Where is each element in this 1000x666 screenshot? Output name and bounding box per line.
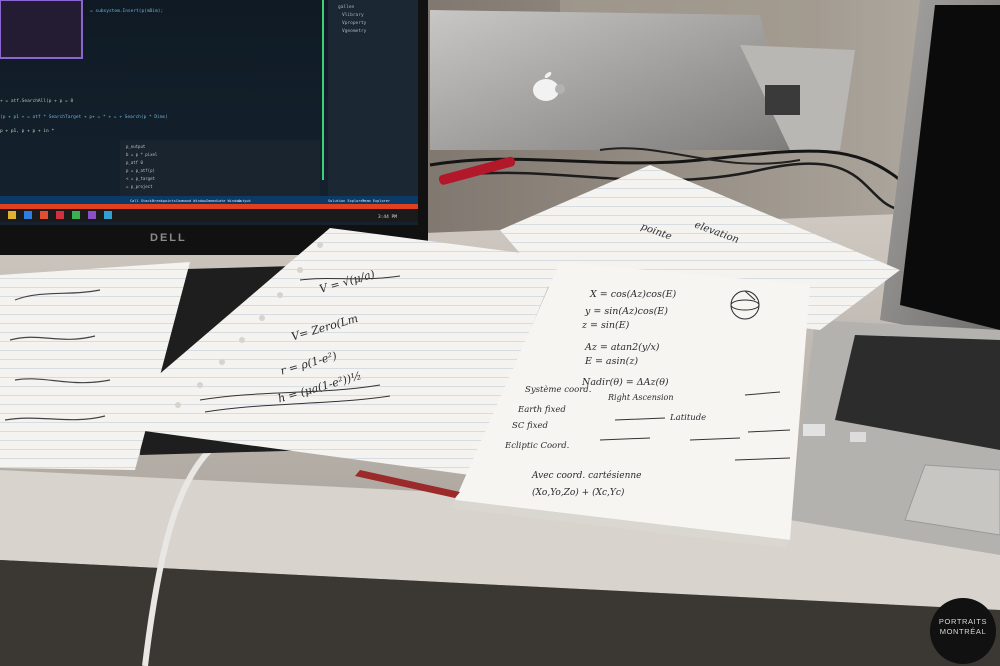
status-tab[interactable]: Call Stack bbox=[130, 199, 152, 203]
status-tab[interactable]: Output bbox=[238, 199, 251, 203]
macbook-lid bbox=[430, 10, 790, 150]
handwritten-formula: z = sin(E) bbox=[581, 320, 630, 331]
status-tab[interactable]: Command Window bbox=[176, 199, 207, 203]
tree-item[interactable]: Vlibrary bbox=[342, 12, 364, 18]
handwritten-note: Latitude bbox=[669, 413, 706, 423]
output-line: = p_project bbox=[126, 184, 153, 189]
status-tab[interactable]: Solution Explorer bbox=[328, 199, 366, 203]
handwritten-note: Earth fixed bbox=[517, 405, 566, 415]
taskbar-app-icon[interactable] bbox=[8, 211, 16, 219]
watermark-line: PORTRAITS bbox=[938, 617, 988, 626]
tree-item[interactable]: Vproperty bbox=[342, 20, 367, 26]
taskbar-app-icon[interactable] bbox=[56, 211, 64, 219]
output-line: < = p_target bbox=[126, 176, 155, 181]
code-line: + = atf.SearchAll(p + p = 0 bbox=[0, 98, 73, 104]
status-tab[interactable]: Breakpoints bbox=[152, 199, 176, 203]
code-line: (p + p1 + = atf * SearchTarget + p+ = * … bbox=[0, 114, 168, 120]
handwritten-note: Système coord. bbox=[525, 384, 591, 395]
portraits-montreal-watermark: PORTRAITS MONTRÉAL bbox=[930, 598, 996, 664]
macbook-keyboard-strip bbox=[765, 85, 800, 115]
output-line: p_output bbox=[126, 144, 146, 149]
handwritten-formula: y = sin(Az)cos(E) bbox=[584, 306, 668, 317]
monitor-brand-logo: DELL bbox=[150, 232, 187, 244]
handwritten-note: (Xo,Yo,Zo) + (Xc,Yc) bbox=[532, 487, 625, 498]
tree-item[interactable]: Vgeometry bbox=[342, 28, 367, 34]
handwritten-formula: X = cos(Az)cos(E) bbox=[589, 289, 677, 300]
photo-scene: = subsystem.Insert(p(mDim); + = atf.Sear… bbox=[0, 0, 1000, 666]
code-line: = subsystem.Insert(p(mDim); bbox=[90, 8, 163, 14]
editor-purple-panel bbox=[0, 0, 83, 59]
taskbar-app-icon[interactable] bbox=[40, 211, 48, 219]
code-line: p + p1, p + p + in * bbox=[0, 128, 54, 134]
tree-item[interactable]: gallen bbox=[338, 4, 355, 10]
handwritten-formula: Az = atan2(y/x) bbox=[584, 342, 660, 353]
taskbar-app-icon[interactable] bbox=[104, 211, 112, 219]
taskbar-app-icon[interactable] bbox=[72, 211, 80, 219]
laptop-sticker bbox=[803, 424, 825, 436]
taskbar-app-icon[interactable] bbox=[24, 211, 32, 219]
handwritten-note: Right Ascension bbox=[607, 393, 674, 402]
handwritten-note: Avec coord. cartésienne bbox=[531, 470, 642, 481]
status-tab[interactable]: Team Explorer bbox=[362, 199, 391, 203]
handwritten-note: SC fixed bbox=[512, 421, 549, 431]
output-line: p_atf 0 bbox=[126, 160, 143, 165]
output-line: p = p_atf(p) bbox=[126, 168, 155, 173]
watermark-line: MONTRÉAL bbox=[939, 627, 987, 636]
handwritten-formula: E = asin(z) bbox=[584, 356, 638, 367]
output-line: b = p * pixel bbox=[126, 152, 158, 157]
status-tab[interactable]: Immediate Window bbox=[206, 199, 241, 203]
taskbar-app-icon[interactable] bbox=[88, 211, 96, 219]
taskbar-clock: 3:44 PM bbox=[378, 214, 397, 220]
handwritten-formula: Nadir(θ) = ΔAz(θ) bbox=[581, 377, 669, 388]
windows-sticker bbox=[850, 432, 866, 442]
handwritten-note: Ecliptic Coord. bbox=[504, 441, 569, 451]
